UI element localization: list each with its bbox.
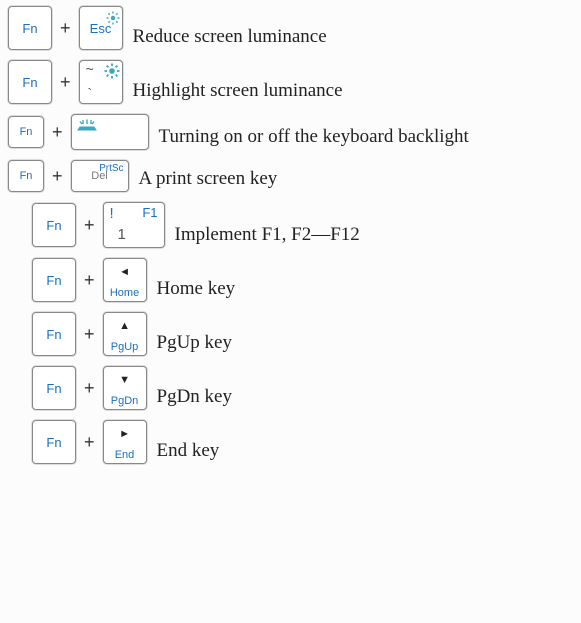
arrow-left-icon: ◄ [104,267,146,278]
tilde-label: ~ [86,61,94,77]
backlight-key [71,114,149,150]
row-desc: Home key [157,278,236,300]
esc-key: Esc [79,6,123,50]
combo-row-backlight: Fn + Turning on or off the keyboard back… [8,114,573,150]
fn-key: Fn [8,116,44,148]
fn-key: Fn [8,60,52,104]
f1-label: F1 [142,205,157,220]
tilde-key: ~ ` [79,60,123,104]
pgup-label: PgUp [104,341,146,353]
one-label: 1 [118,226,126,243]
keyboard-backlight-icon [76,117,98,139]
prtsc-label: PrtSc [99,163,123,174]
combo-row-f1: Fn + ! F1 1 Implement F1, F2—F12 [8,202,573,248]
plus-sign: + [82,432,97,453]
arrow-up-icon: ▲ [104,321,146,332]
fn-key-label: Fn [20,126,33,138]
fn-key: Fn [32,312,76,356]
brightness-icon [106,9,120,31]
fn-key: Fn [32,366,76,410]
combo-row-printscreen: Fn + Del PrtSc A print screen key [8,160,573,192]
up-pgup-key: ▲ PgUp [103,312,147,356]
fn-key-label: Fn [46,327,61,342]
row-desc: Turning on or off the keyboard backlight [159,126,469,148]
pgdn-label: PgDn [104,395,146,407]
row-desc: Reduce screen luminance [133,26,327,48]
combo-row-home: Fn + ◄ Home Home key [8,258,573,302]
plus-sign: + [50,166,65,187]
fn-key: Fn [32,203,76,247]
fn-key: Fn [8,160,44,192]
fn-key-label: Fn [22,21,37,36]
plus-sign: + [58,18,73,39]
plus-sign: + [82,270,97,291]
plus-sign: + [82,324,97,345]
arrow-down-icon: ▼ [104,375,146,386]
combo-row-pgdn: Fn + ▼ PgDn PgDn key [8,366,573,410]
fn-key-label: Fn [22,75,37,90]
combo-row-end: Fn + ► End End key [8,420,573,464]
row-desc: End key [157,440,220,462]
row-desc: Highlight screen luminance [133,80,343,102]
fn-key: Fn [8,6,52,50]
fn-key-label: Fn [46,381,61,396]
one-f1-key: ! F1 1 [103,202,165,248]
plus-sign: + [58,72,73,93]
home-label: Home [104,287,146,299]
row-desc: PgDn key [157,386,232,408]
fn-key: Fn [32,420,76,464]
down-pgdn-key: ▼ PgDn [103,366,147,410]
fn-key-label: Fn [46,435,61,450]
plus-sign: + [82,215,97,236]
fn-key-label: Fn [46,218,61,233]
row-desc: PgUp key [157,332,232,354]
end-label: End [104,449,146,461]
exclamation-label: ! [110,205,114,222]
combo-row-reduce-luminance: Fn + Esc Reduce screen luminance [8,6,573,50]
backtick-label: ` [88,85,93,101]
left-home-key: ◄ Home [103,258,147,302]
del-prtsc-key: Del PrtSc [71,160,129,192]
plus-sign: + [82,378,97,399]
brightness-up-icon [104,63,120,85]
right-end-key: ► End [103,420,147,464]
row-desc: A print screen key [139,168,278,190]
combo-row-pgup: Fn + ▲ PgUp PgUp key [8,312,573,356]
plus-sign: + [50,122,65,143]
combo-row-highlight-luminance: Fn + ~ ` Highlight screen luminance [8,60,573,104]
fn-key-label: Fn [20,170,33,182]
fn-key-label: Fn [46,273,61,288]
arrow-right-icon: ► [104,429,146,440]
fn-key: Fn [32,258,76,302]
row-desc: Implement F1, F2—F12 [175,224,360,246]
